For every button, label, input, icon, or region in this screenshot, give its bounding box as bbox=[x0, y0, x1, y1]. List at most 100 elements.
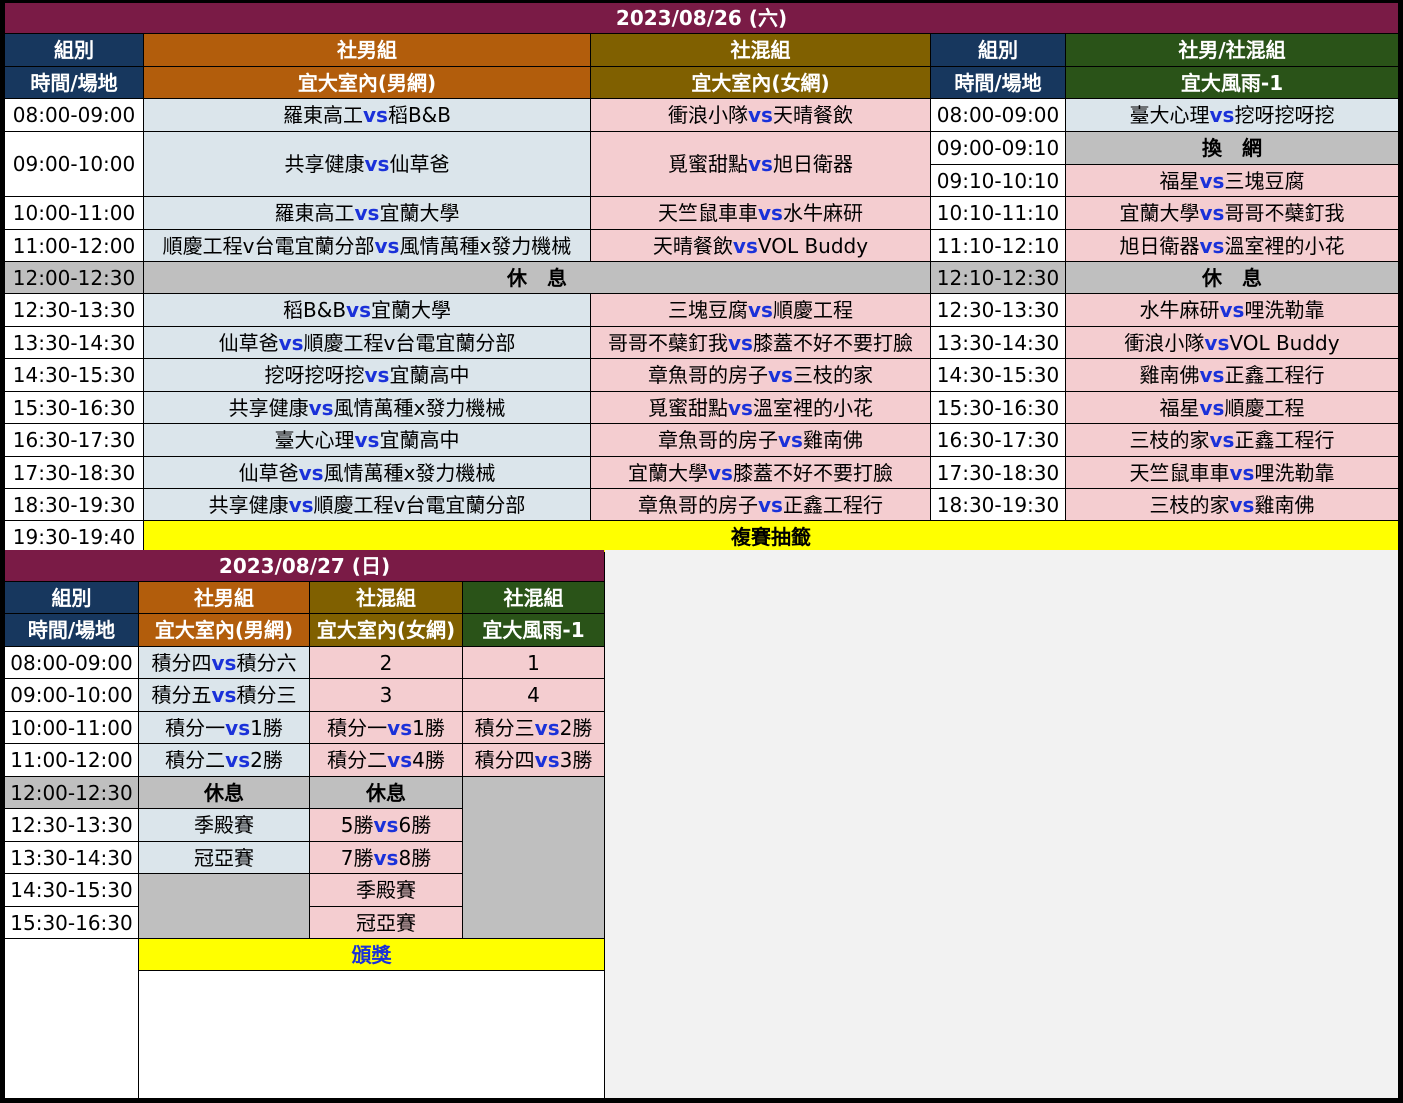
label: 組別 bbox=[54, 38, 94, 62]
day2-time-cell: 09:00-10:00 bbox=[5, 679, 138, 711]
label: 社男組 bbox=[337, 38, 397, 62]
vs-label: vs bbox=[778, 428, 803, 452]
team-a: 臺大心理 bbox=[1129, 103, 1210, 127]
vs-label: vs bbox=[364, 152, 390, 176]
day1-rain-time-cell: 15:30-16:30 bbox=[931, 392, 1065, 423]
vs-label: vs bbox=[1199, 201, 1225, 225]
day2-mixed-venue: 宜大室內(女網) bbox=[310, 614, 462, 646]
team-a: 福星 bbox=[1159, 395, 1200, 420]
day1-rain-time-cell: 14:30-15:30 bbox=[931, 359, 1065, 391]
day2-time-cell: 10:00-11:00 bbox=[5, 712, 138, 743]
time-slot: 16:30-17:30 bbox=[12, 428, 136, 452]
team-a: 天晴餐飲 bbox=[652, 233, 733, 258]
label: 時間/場地 bbox=[27, 618, 116, 642]
day1-rain-match: 福星 vs 順慶工程 bbox=[1066, 392, 1398, 423]
day2-mixed-cell: 積分一 vs 1勝 bbox=[310, 712, 462, 743]
rain-label: 換 網 bbox=[1202, 136, 1262, 160]
vs-label: vs bbox=[387, 748, 413, 772]
day1-rain-match: 三枝的家 vs 雞南佛 bbox=[1066, 489, 1398, 520]
vs-label: vs bbox=[225, 715, 251, 740]
team-b: 2勝 bbox=[559, 715, 593, 740]
day1-rain-match: 宜蘭大學 vs 哥哥不蘗釘我 bbox=[1066, 197, 1398, 229]
day1-men-match: 仙草爸 vs 風情萬種x發力機械 bbox=[144, 457, 590, 488]
team-a: 積分三 bbox=[474, 715, 535, 740]
time-slot: 13:30-14:30 bbox=[12, 330, 136, 355]
time-slot: 15:30-16:30 bbox=[10, 910, 133, 935]
vs-label: vs bbox=[728, 395, 753, 420]
time-slot: 12:30-13:30 bbox=[12, 298, 136, 322]
cell-text: 3 bbox=[379, 683, 393, 707]
day1-time-cell: 14:30-15:30 bbox=[5, 359, 143, 391]
team-b: 哩洗勒靠 bbox=[1244, 298, 1325, 322]
day1-men-match: 共享健康 vs 仙草爸 bbox=[144, 132, 590, 196]
team-a: 羅東高工 bbox=[283, 103, 363, 127]
vs-label: vs bbox=[373, 813, 399, 837]
day1-rain-match: 臺大心理 vs 挖呀挖呀挖 bbox=[1066, 99, 1398, 131]
cell-text: 1 bbox=[527, 650, 540, 675]
day1-men-match: 順慶工程v台電宜蘭分部 vs 風情萬種x發力機械 bbox=[144, 230, 590, 261]
team-b: VOL Buddy bbox=[757, 233, 869, 258]
time-slot: 16:30-17:30 bbox=[936, 428, 1060, 452]
team-a: 7勝 bbox=[340, 845, 374, 870]
day1-time-cell: 09:00-10:00 bbox=[5, 132, 143, 196]
day2-date: 2023/08/27 (日) bbox=[218, 553, 391, 578]
team-a: 哥哥不蘗釘我 bbox=[608, 330, 729, 355]
team-b: 溫室裡的小花 bbox=[752, 395, 873, 420]
day2-time-cell: 15:30-16:30 bbox=[5, 907, 138, 938]
team-a: 章魚哥的房子 bbox=[648, 363, 769, 387]
team-b: 旭日衛器 bbox=[772, 152, 853, 176]
day2-mixed-cell: 季殿賽 bbox=[310, 874, 462, 906]
day1-mixed-venue: 宜大室內(女網) bbox=[591, 67, 930, 98]
team-a: 稻B&B bbox=[283, 298, 347, 322]
day1-men-match: 臺大心理 vs 宜蘭高中 bbox=[144, 424, 590, 456]
team-a: 章魚哥的房子 bbox=[658, 428, 779, 452]
day2-men-cell: 積分四 vs 積分六 bbox=[139, 647, 309, 678]
vs-label: vs bbox=[1199, 363, 1225, 387]
label: 社混組 bbox=[503, 585, 564, 610]
day2-men-empty bbox=[139, 874, 309, 938]
team-a: 仙草爸 bbox=[218, 330, 279, 355]
team-b: 1勝 bbox=[250, 715, 283, 740]
day1-rain-time-cell: 09:00-09:10 bbox=[931, 132, 1065, 164]
label: 社混組 bbox=[730, 38, 791, 62]
vs-label: vs bbox=[1209, 428, 1235, 452]
team-a: 三枝的家 bbox=[1149, 492, 1230, 517]
team-b: 積分六 bbox=[236, 650, 297, 675]
team-a: 積分一 bbox=[327, 715, 388, 740]
team-a: 三枝的家 bbox=[1129, 428, 1210, 452]
time-slot: 09:00-10:00 bbox=[10, 683, 133, 707]
team-b: 宜蘭大學 bbox=[371, 298, 451, 322]
team-b: 3勝 bbox=[559, 748, 593, 772]
cell-text: 季殿賽 bbox=[194, 813, 254, 837]
day1-mixed-match: 章魚哥的房子 vs 雞南佛 bbox=[591, 424, 930, 456]
time-slot: 09:10-10:10 bbox=[936, 168, 1060, 193]
label: 社男/社混組 bbox=[1178, 38, 1286, 62]
vs-label: vs bbox=[732, 233, 758, 258]
time-slot: 08:00-09:00 bbox=[10, 650, 133, 675]
time-slot: 10:00-11:00 bbox=[12, 201, 136, 225]
vs-label: vs bbox=[354, 201, 380, 225]
day2-date-header: 2023/08/27 (日) bbox=[5, 550, 604, 581]
day1-time-cell: 08:00-09:00 bbox=[5, 99, 143, 131]
day1-rain-time-cell: 09:10-10:10 bbox=[931, 165, 1065, 196]
cell-text: 季殿賽 bbox=[356, 878, 416, 902]
day1-men-match: 仙草爸 vs 順慶工程v台電宜蘭分部 bbox=[144, 327, 590, 358]
time-slot: 19:30-19:40 bbox=[12, 524, 136, 549]
team-a: 衝浪小隊 bbox=[668, 103, 749, 127]
day2-men-cell: 冠亞賽 bbox=[139, 842, 309, 873]
vs-label: vs bbox=[211, 683, 237, 707]
cell-text: 冠亞賽 bbox=[194, 845, 254, 870]
rain-label: 休 息 bbox=[1202, 265, 1262, 290]
vs-label: vs bbox=[387, 715, 413, 740]
team-a: 積分一 bbox=[165, 715, 226, 740]
team-a: 章魚哥的房子 bbox=[638, 492, 759, 517]
day2-mixed2-cell: 積分四 vs 3勝 bbox=[463, 744, 604, 776]
time-slot: 17:30-18:30 bbox=[12, 460, 136, 485]
day1-men-match: 羅東高工 vs 宜蘭大學 bbox=[144, 197, 590, 229]
time-slot: 12:30-13:30 bbox=[10, 813, 133, 837]
rest-label: 休 息 bbox=[507, 265, 567, 290]
vs-label: vs bbox=[308, 395, 334, 420]
day2-mixed-cell: 7勝 vs 8勝 bbox=[310, 842, 462, 873]
team-b: VOL Buddy bbox=[1229, 330, 1340, 355]
day2-blank-left bbox=[5, 939, 138, 1098]
